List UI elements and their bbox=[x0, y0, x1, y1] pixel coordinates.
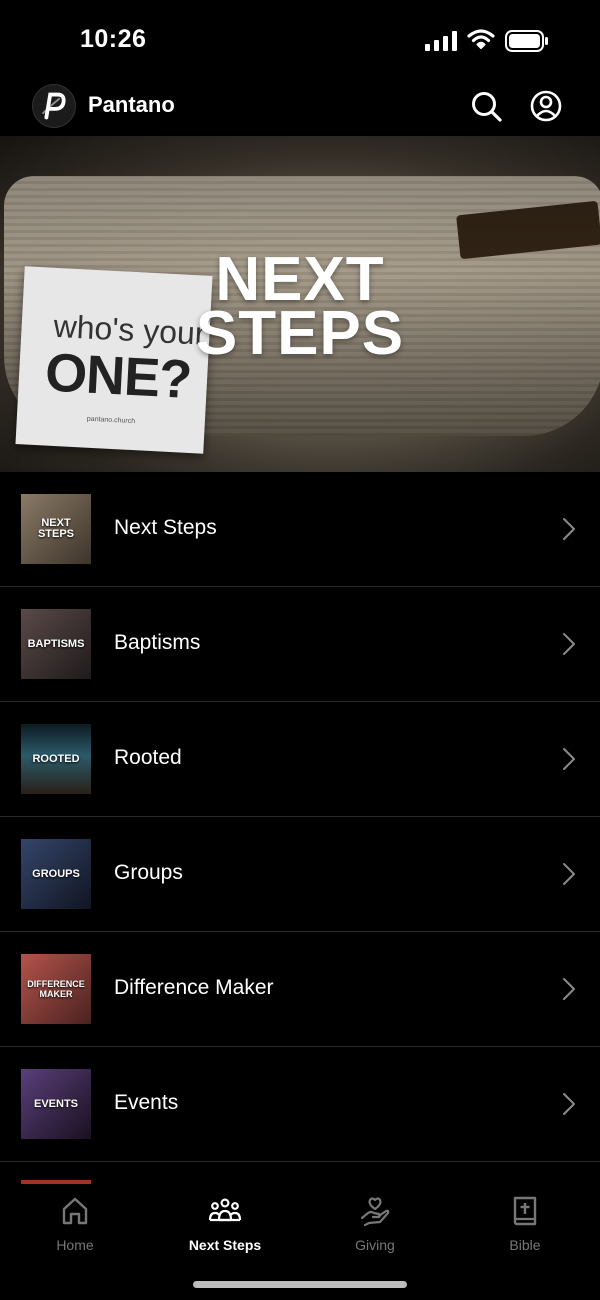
heart-hand-icon bbox=[360, 1197, 390, 1227]
status-time: 10:26 bbox=[80, 25, 147, 53]
list-item-label: Rooted bbox=[114, 746, 182, 769]
thumb-text: NEXT STEPS bbox=[37, 517, 75, 540]
list-item-label: Difference Maker bbox=[114, 976, 274, 999]
home-indicator bbox=[193, 1281, 407, 1288]
app-name: Pantano bbox=[88, 92, 175, 117]
tab-label: Home bbox=[56, 1237, 94, 1253]
list-item-thumbnail: DIFFERENCE MAKER bbox=[21, 954, 91, 1024]
tab-next-steps[interactable]: Next Steps bbox=[150, 1194, 300, 1253]
list-item-label: Next Steps bbox=[114, 516, 217, 539]
next-steps-list: NEXT STEPS Next Steps BAPTISMS Baptisms … bbox=[0, 472, 600, 1162]
thumb-text: BAPTISMS bbox=[27, 637, 85, 650]
tab-bible[interactable]: Bible bbox=[450, 1194, 600, 1253]
list-item-label: Events bbox=[114, 1091, 179, 1114]
thumb-text: DIFFERENCE MAKER bbox=[27, 979, 85, 999]
home-icon bbox=[62, 1197, 88, 1225]
app-logo-icon[interactable] bbox=[32, 84, 76, 128]
tab-label: Bible bbox=[509, 1237, 541, 1253]
thumb-text: EVENTS bbox=[33, 1097, 78, 1110]
tab-label: Next Steps bbox=[188, 1237, 262, 1253]
chevron-right-icon bbox=[563, 1093, 575, 1115]
search-icon[interactable] bbox=[469, 89, 503, 123]
list-item-thumbnail: ROOTED bbox=[21, 724, 91, 794]
list-item-thumbnail: GROUPS bbox=[21, 839, 91, 909]
thumb-text: GROUPS bbox=[32, 867, 80, 880]
chevron-right-icon bbox=[563, 863, 575, 885]
list-item-difference-maker[interactable]: DIFFERENCE MAKER Difference Maker bbox=[0, 932, 600, 1047]
tab-label: Giving bbox=[355, 1237, 395, 1253]
hero-title-line2: STEPS bbox=[195, 299, 405, 368]
list-item-events[interactable]: EVENTS Events bbox=[0, 1047, 600, 1162]
chevron-right-icon bbox=[563, 518, 575, 540]
thumb-text: ROOTED bbox=[32, 752, 80, 765]
list-item-rooted[interactable]: ROOTED Rooted bbox=[0, 702, 600, 817]
list-item-thumbnail: NEXT STEPS bbox=[21, 494, 91, 564]
people-group-icon bbox=[208, 1198, 242, 1222]
signal-icon bbox=[425, 31, 457, 51]
chevron-right-icon bbox=[563, 748, 575, 770]
app-header: Pantano bbox=[0, 80, 600, 136]
tab-giving[interactable]: Giving bbox=[300, 1194, 450, 1253]
list-item-next-steps[interactable]: NEXT STEPS Next Steps bbox=[0, 472, 600, 587]
list-item-thumbnail: BAPTISMS bbox=[21, 609, 91, 679]
bible-icon bbox=[513, 1196, 537, 1226]
card-footer: pantano.church bbox=[86, 415, 136, 426]
profile-icon[interactable] bbox=[529, 89, 563, 123]
tab-home[interactable]: Home bbox=[0, 1194, 150, 1253]
list-item-partial bbox=[21, 1180, 91, 1184]
list-item-thumbnail: EVENTS bbox=[21, 1069, 91, 1139]
list-item-baptisms[interactable]: BAPTISMS Baptisms bbox=[0, 587, 600, 702]
chevron-right-icon bbox=[563, 633, 575, 655]
list-item-label: Baptisms bbox=[114, 631, 201, 654]
list-item-groups[interactable]: GROUPS Groups bbox=[0, 817, 600, 932]
list-item-label: Groups bbox=[114, 861, 183, 884]
wifi-icon bbox=[467, 29, 495, 49]
battery-icon bbox=[505, 30, 548, 52]
status-bar: 10:26 bbox=[0, 0, 600, 80]
chevron-right-icon bbox=[563, 978, 575, 1000]
hero-banner[interactable]: who's your ONE? pantano.church NEXT STEP… bbox=[0, 136, 600, 472]
